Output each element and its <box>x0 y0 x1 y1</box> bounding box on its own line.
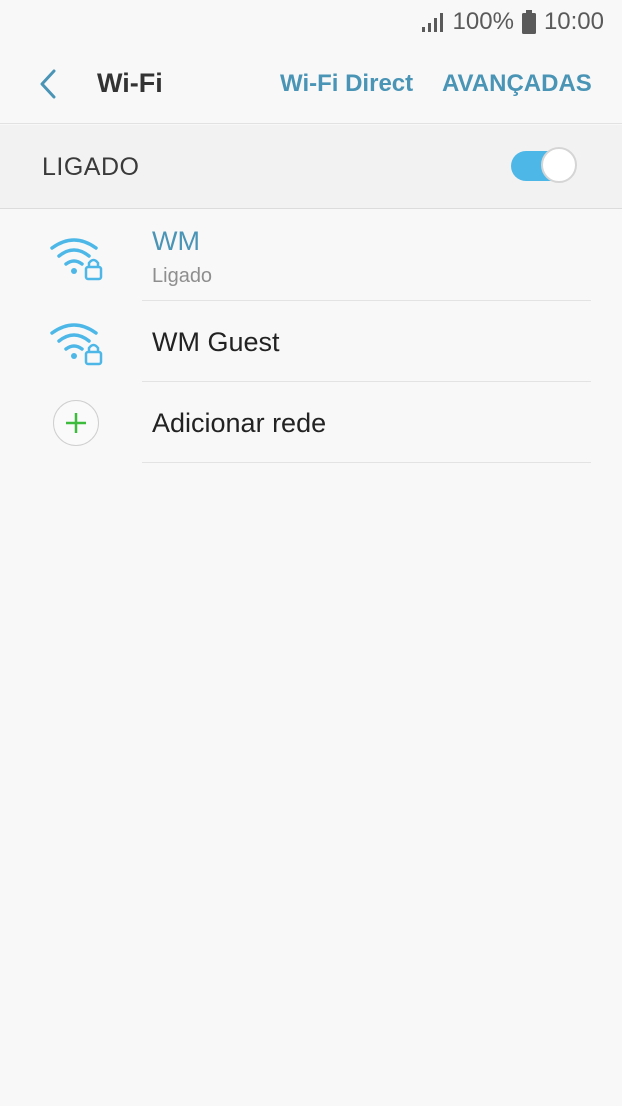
add-network-item[interactable]: Adicionar rede <box>0 382 622 463</box>
signal-icon <box>421 11 445 33</box>
page-title: Wi-Fi <box>97 68 163 98</box>
plus-icon <box>53 400 99 446</box>
battery-percent: 100% <box>452 8 514 35</box>
clock: 10:00 <box>543 8 604 35</box>
add-network-label: Adicionar rede <box>152 408 327 438</box>
network-name: WM Guest <box>152 327 280 357</box>
master-switch-label: LIGADO <box>42 153 140 181</box>
network-name: WM <box>152 226 200 256</box>
network-status: Ligado <box>152 265 213 287</box>
network-item-wm[interactable]: WM Ligado <box>0 210 622 301</box>
chevron-left-icon <box>40 69 56 99</box>
battery-icon <box>521 10 536 34</box>
wifi-lock-icon <box>48 234 108 284</box>
wifi-master-switch-row[interactable]: LIGADO <box>0 125 622 209</box>
status-bar: 100% 10:00 <box>0 0 622 44</box>
app-header: Wi-Fi Wi-Fi Direct AVANÇADAS <box>0 44 622 124</box>
wifi-direct-button[interactable]: Wi-Fi Direct <box>280 70 413 98</box>
wifi-toggle[interactable] <box>511 147 577 185</box>
divider <box>142 462 591 463</box>
wifi-lock-icon <box>48 319 108 369</box>
toggle-knob <box>541 147 577 183</box>
advanced-button[interactable]: AVANÇADAS <box>442 70 592 98</box>
network-item-wm-guest[interactable]: WM Guest <box>0 301 622 382</box>
back-button[interactable] <box>28 64 68 104</box>
network-list: WM Ligado WM Guest Adicionar rede <box>0 210 622 463</box>
